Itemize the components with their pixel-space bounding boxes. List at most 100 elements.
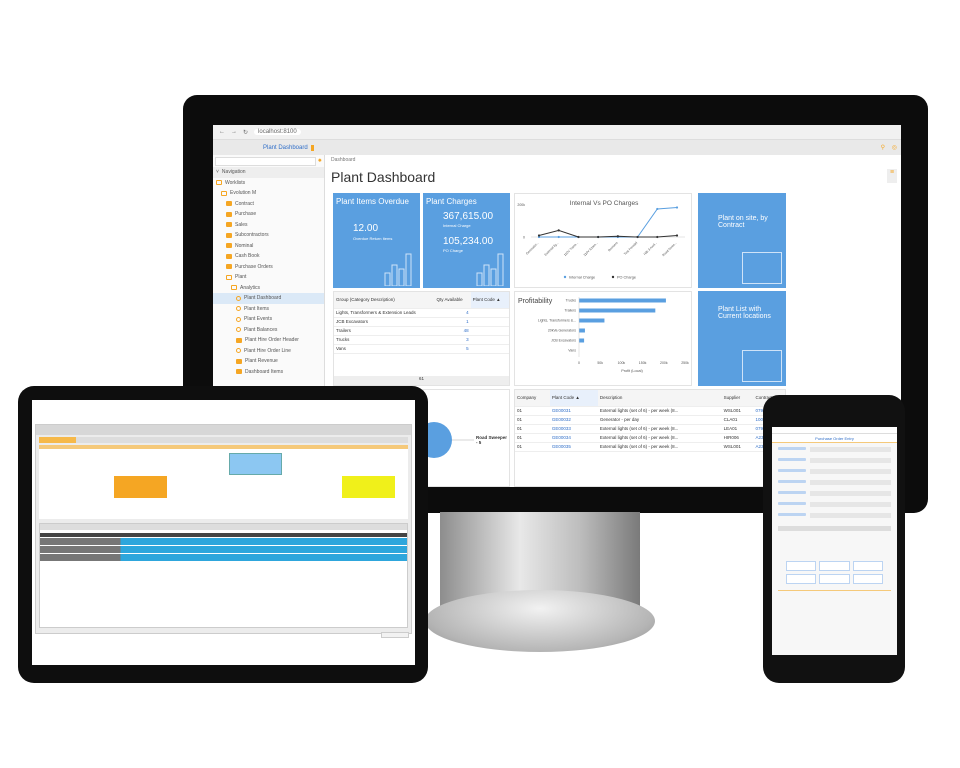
table-cell[interactable]: GE00034: [549, 433, 598, 443]
user-icon[interactable]: ◎: [892, 144, 897, 151]
table-row[interactable]: 01 GE00033 External lights (set of 6) - pe…: [515, 424, 785, 434]
reload-icon[interactable]: ↻: [243, 129, 248, 136]
sidebar-search-input[interactable]: [215, 156, 316, 166]
profitability-panel: Profitability Trucks Trailers Lights, Trans…: [514, 291, 692, 386]
form-field[interactable]: [810, 469, 891, 474]
tab-plant-dashboard[interactable]: Plant Dashboard: [263, 145, 308, 151]
column-header[interactable]: Company: [515, 390, 550, 407]
form-field[interactable]: [810, 502, 891, 507]
url-bar[interactable]: localhost:8100: [254, 129, 301, 135]
action-button[interactable]: [852, 574, 883, 584]
table-cell[interactable]: GE00033: [549, 424, 598, 434]
table-row[interactable]: 01 GE00034 External lights (set of 6) - pe…: [515, 433, 785, 443]
table-row[interactable]: 01 GE00032 Generator - per day CLA01 1000: [515, 415, 785, 425]
table-row[interactable]: 01 GE00035 External lights (set of 6) - pe…: [515, 442, 785, 452]
tile-plant-items-overdue[interactable]: Plant Items Overdue 12.00 Overdue Return…: [333, 193, 420, 288]
sidebar-item[interactable]: Plant Dashboard: [213, 293, 324, 304]
bar-chart-icon: [384, 253, 412, 286]
table-row[interactable]: [40, 538, 407, 545]
form-field[interactable]: [810, 480, 891, 485]
calendar-event[interactable]: [114, 476, 167, 498]
table-row[interactable]: Trailers 48: [334, 326, 509, 336]
line-chart-panel: Internal Vs PO Charges 0 200k Generator... E…: [514, 193, 692, 288]
column-header[interactable]: Plant Code ▲: [549, 390, 598, 407]
table-row[interactable]: JCB Excavators 1: [334, 317, 509, 327]
table-cell[interactable]: GE00032: [549, 415, 598, 425]
sidebar-item[interactable]: Plant Balances: [213, 325, 324, 336]
table-cell[interactable]: GE00035: [549, 442, 598, 452]
table-row[interactable]: 01 GE00031 External lights (set of 6) - pe…: [515, 406, 785, 416]
table-cell[interactable]: GE00031: [549, 406, 598, 416]
table-row[interactable]: [40, 546, 407, 553]
sidebar-item[interactable]: Plant Events: [213, 314, 324, 325]
tile-plant-on-site[interactable]: Plant on site, by Contract: [698, 193, 786, 288]
form-field[interactable]: [810, 447, 891, 452]
tile-title: Plant on site, by Contract: [718, 215, 768, 229]
group-cell: Trucks: [334, 335, 435, 345]
phone-nav-bar: [772, 427, 897, 434]
data-point: [597, 235, 600, 239]
x-tick-label: 200k: [660, 361, 668, 365]
sidebar-item[interactable]: Contract: [213, 199, 324, 210]
sidebar-item[interactable]: Purchase Orders: [213, 262, 324, 273]
forward-icon[interactable]: →: [231, 129, 237, 135]
sidebar-item[interactable]: Plant: [213, 272, 324, 283]
view-toolbar[interactable]: [39, 437, 408, 443]
bar: [579, 328, 585, 333]
table-row[interactable]: Trucks 3: [334, 335, 509, 345]
navigation-header[interactable]: ˅ Navigation: [213, 167, 324, 178]
folder-open-icon: [221, 190, 227, 196]
data-point: [656, 207, 659, 211]
tile-plant-list[interactable]: Plant List with Current locations: [698, 291, 786, 386]
sidebar-item[interactable]: Plant Items: [213, 304, 324, 315]
sidebar-item[interactable]: Cash Book: [213, 251, 324, 262]
sidebar-item[interactable]: Worklists: [213, 178, 324, 189]
breadcrumb[interactable]: Dashboard: [331, 157, 355, 163]
table-row[interactable]: [40, 554, 407, 561]
sidebar-item[interactable]: Evolution M: [213, 188, 324, 199]
table-row[interactable]: Lights, Transformers & Extension Leads 4: [334, 308, 509, 318]
sidebar-item-label: Contract: [235, 200, 254, 207]
column-header[interactable]: Plant Code ▲: [470, 292, 509, 309]
monitor-base: [425, 590, 655, 652]
x-tick-label: 100k: [618, 361, 626, 365]
sidebar-item[interactable]: Plant Hire Order Line: [213, 346, 324, 357]
action-button[interactable]: [819, 574, 850, 584]
column-header[interactable]: Group (Category Description): [334, 292, 435, 309]
sidebar-item[interactable]: Subcontractors: [213, 230, 324, 241]
settings-icon[interactable]: ✹: [318, 158, 322, 164]
action-button[interactable]: [786, 561, 817, 571]
tile-plant-charges[interactable]: Plant Charges 367,615.00 Internal Charge…: [423, 193, 510, 288]
action-button[interactable]: [852, 561, 883, 571]
column-header[interactable]: Supplier: [721, 390, 754, 407]
back-icon[interactable]: ←: [219, 129, 225, 135]
sidebar-item[interactable]: Nominal: [213, 241, 324, 252]
column-header[interactable]: Description: [597, 390, 722, 407]
action-button[interactable]: [819, 561, 850, 571]
form-field[interactable]: [810, 458, 891, 463]
table-cell: CLA01: [721, 415, 754, 425]
sidebar-item[interactable]: Sales: [213, 220, 324, 231]
form-field[interactable]: [810, 513, 891, 518]
panel-toggle-icon[interactable]: ≡: [887, 169, 897, 183]
sidebar-item[interactable]: Dashboard Items: [213, 367, 324, 378]
form-field[interactable]: [810, 491, 891, 496]
close-button[interactable]: [381, 632, 409, 638]
search-icon[interactable]: ⚲: [881, 144, 885, 151]
sidebar-item[interactable]: Plant Revenue: [213, 356, 324, 367]
folder-icon: [226, 201, 232, 207]
circle-icon: [236, 348, 241, 354]
calendar-event[interactable]: [342, 476, 395, 498]
table-cell: 01: [515, 442, 550, 452]
sidebar-item[interactable]: Purchase: [213, 209, 324, 220]
calendar-header: [39, 445, 408, 449]
sidebar-item-label: Purchase: [235, 211, 257, 218]
sidebar-item[interactable]: Analytics: [213, 283, 324, 294]
sidebar-item[interactable]: Plant Hire Order Header: [213, 335, 324, 346]
line-chart: Internal Vs PO Charges 0 200k Generator... E…: [517, 200, 685, 280]
column-header[interactable]: Qty Available: [434, 292, 471, 309]
action-button[interactable]: [786, 574, 817, 584]
calendar-event[interactable]: [229, 453, 282, 475]
data-point: [675, 234, 679, 237]
table-row[interactable]: Vans 5: [334, 344, 509, 354]
